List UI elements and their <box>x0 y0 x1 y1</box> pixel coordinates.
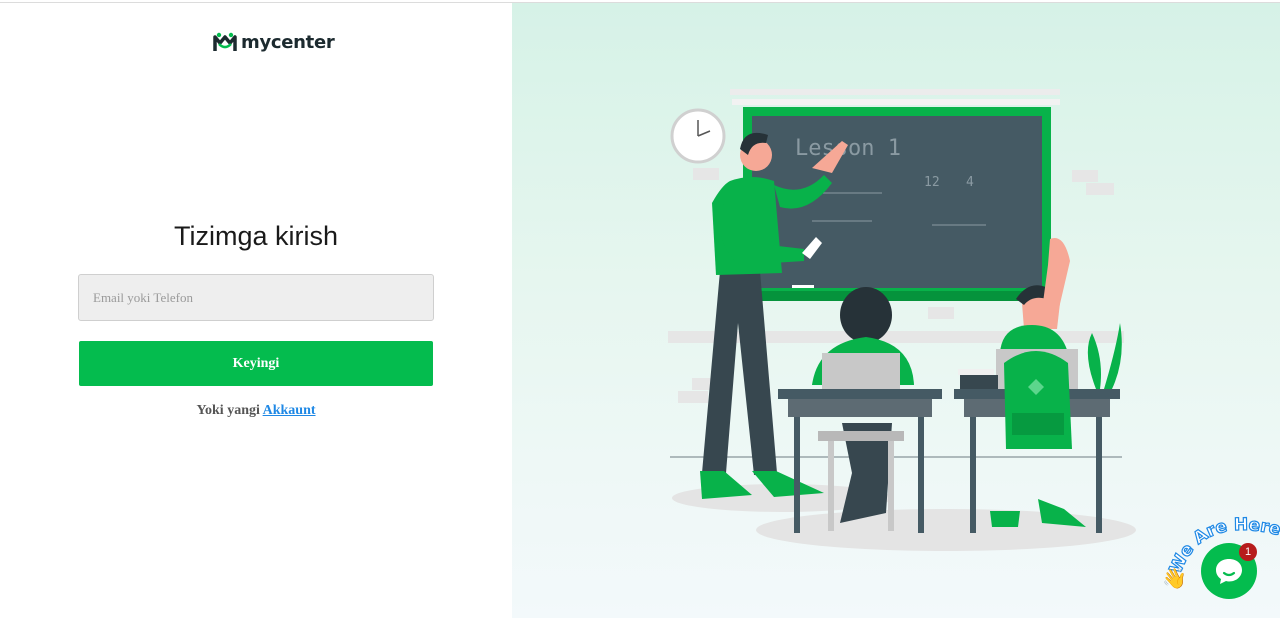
signup-prefix-text: Yoki yangi <box>196 403 260 418</box>
signup-link[interactable]: Akkaunt <box>263 403 316 418</box>
board-lesson-text: Lesson 1 <box>795 136 901 161</box>
chat-bubble-icon <box>1216 559 1242 584</box>
chat-unread-badge: 1 <box>1239 543 1257 561</box>
email-phone-input[interactable] <box>78 274 434 321</box>
brand-name: mycenter <box>241 31 335 53</box>
waving-hand-icon: 👋 <box>1162 567 1187 590</box>
mycenter-logo-icon <box>213 32 237 51</box>
svg-text:4: 4 <box>966 175 974 190</box>
brand-logo: mycenter <box>213 30 335 54</box>
next-button[interactable]: Keyingi <box>79 341 433 386</box>
signup-prompt: Yoki yangi Akkaunt <box>0 403 512 419</box>
page-title: Tizimga kirish <box>173 221 339 251</box>
svg-text:12: 12 <box>924 175 940 190</box>
